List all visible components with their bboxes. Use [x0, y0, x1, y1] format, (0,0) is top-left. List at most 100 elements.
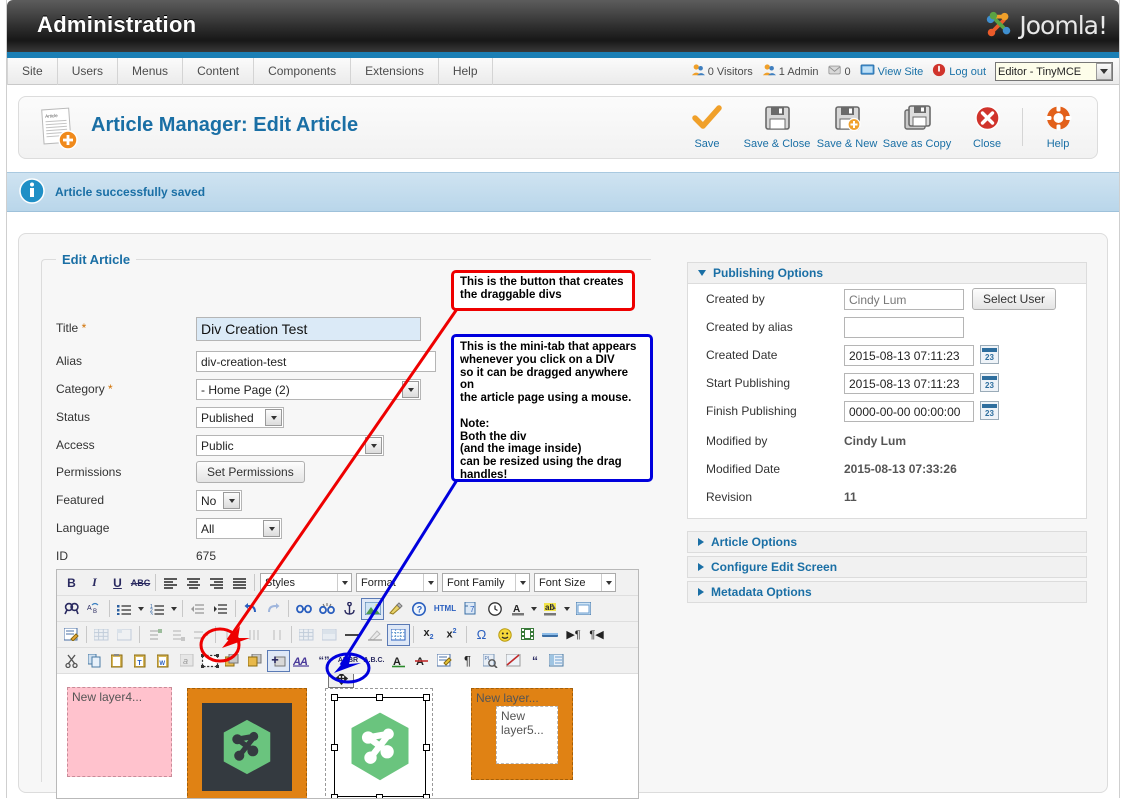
menu-item-components[interactable]: Components [254, 58, 351, 85]
font-family-select[interactable]: Font Family [442, 573, 530, 592]
resize-handle-ne[interactable] [423, 694, 430, 701]
calendar-icon[interactable]: 23 [980, 345, 999, 364]
editor-select[interactable] [995, 62, 1113, 81]
calendar-icon[interactable]: 23 [980, 401, 999, 420]
attributes-icon[interactable] [433, 650, 456, 672]
toggle-guides-icon[interactable] [387, 624, 410, 646]
undo-icon[interactable] [239, 598, 262, 620]
created-by-alias-input[interactable] [844, 317, 964, 338]
access-select[interactable]: Public [196, 435, 384, 456]
layer-forward-icon[interactable] [221, 650, 244, 672]
layer-orange-nested[interactable]: New layer... New layer5... [471, 688, 573, 780]
styleprops-icon[interactable]: AA [290, 650, 313, 672]
del-icon[interactable]: A [410, 650, 433, 672]
nonbreaking-icon[interactable] [502, 650, 525, 672]
help-icon[interactable]: ? [407, 598, 430, 620]
media-icon[interactable] [516, 624, 539, 646]
category-select[interactable]: - Home Page (2) [196, 379, 421, 400]
blockquote-icon[interactable]: “ [525, 650, 545, 672]
bullet-list-dropdown-icon[interactable] [136, 598, 146, 620]
rtl-icon[interactable]: ¶◀ [585, 624, 608, 646]
copy-icon[interactable] [83, 650, 106, 672]
selected-image-box[interactable] [334, 697, 426, 797]
outdent-icon[interactable] [186, 598, 209, 620]
calendar-icon[interactable]: 23 [980, 373, 999, 392]
created-by-input[interactable] [844, 289, 964, 310]
font-size-select[interactable]: Font Size [534, 573, 616, 592]
save-new-button[interactable]: Save & New [812, 99, 882, 156]
template-icon[interactable] [545, 650, 568, 672]
anchor-a-icon[interactable]: a [175, 650, 198, 672]
cell-props-icon[interactable] [113, 624, 136, 646]
menu-item-site[interactable]: Site [7, 58, 58, 85]
paragraph-icon[interactable]: ¶ [456, 650, 479, 672]
fullscreen-icon[interactable] [572, 598, 595, 620]
status-select[interactable]: Published [196, 407, 284, 428]
ltr-icon[interactable]: ▶¶ [562, 624, 585, 646]
close-button[interactable]: Close [952, 99, 1022, 156]
col-before-icon[interactable] [219, 624, 242, 646]
background-color-icon[interactable]: ab [539, 598, 562, 620]
abbreviation-icon[interactable]: ABBR [335, 650, 361, 672]
spellcheck-icon[interactable]: AB [83, 598, 106, 620]
delete-col-icon[interactable] [265, 624, 288, 646]
resize-handle-n[interactable] [376, 694, 383, 701]
anchor-icon[interactable] [338, 598, 361, 620]
panel-configure-edit-screen[interactable]: Configure Edit Screen [687, 556, 1087, 578]
align-justify-icon[interactable] [228, 572, 251, 594]
underline-icon[interactable]: U [106, 572, 129, 594]
link-icon[interactable] [292, 598, 315, 620]
acronym-icon[interactable]: A.B.C. [361, 650, 387, 672]
format-select[interactable]: Format [356, 573, 438, 592]
search-replace-icon[interactable] [60, 598, 83, 620]
align-right-icon[interactable] [205, 572, 228, 594]
created-date-input[interactable] [844, 345, 974, 366]
paste-text-icon[interactable]: T [129, 650, 152, 672]
text-color-icon[interactable]: A [506, 598, 529, 620]
editor-canvas[interactable]: New layer4... [57, 674, 638, 798]
strikethrough-icon[interactable]: ABC [129, 572, 152, 594]
help-button[interactable]: Help [1023, 99, 1093, 156]
alias-input[interactable] [196, 351, 436, 372]
select-user-button[interactable]: Select User [972, 288, 1056, 310]
numbered-list-dropdown-icon[interactable] [169, 598, 179, 620]
delete-row-icon[interactable] [189, 624, 212, 646]
subscript-icon[interactable]: x2 [417, 624, 440, 646]
page-break-icon[interactable]: 7 [460, 598, 483, 620]
layer-pink[interactable]: New layer4... [67, 687, 172, 777]
logout-link[interactable]: Log out [932, 63, 986, 80]
save-button[interactable]: Save [672, 99, 742, 156]
publishing-options-header[interactable]: Publishing Options [687, 262, 1087, 284]
insert-div-icon[interactable] [198, 650, 221, 672]
editor-select-wrapper[interactable] [995, 62, 1113, 81]
panel-metadata-options[interactable]: Metadata Options [687, 581, 1087, 603]
save-copy-button[interactable]: Save as Copy [882, 99, 952, 156]
text-color-dropdown-icon[interactable] [529, 598, 539, 620]
citation-icon[interactable]: “” [313, 650, 335, 672]
start-publishing-input[interactable] [844, 373, 974, 394]
resize-handle-e[interactable] [423, 744, 430, 751]
unlink-icon[interactable] [315, 598, 338, 620]
layer-nested-inner[interactable]: New layer5... [496, 706, 558, 764]
styles-select[interactable]: Styles [260, 573, 352, 592]
menu-item-help[interactable]: Help [439, 58, 493, 85]
resize-handle-nw[interactable] [331, 694, 338, 701]
menu-item-users[interactable]: Users [58, 58, 118, 85]
resize-handle-s[interactable] [376, 794, 383, 798]
row-before-icon[interactable] [143, 624, 166, 646]
save-close-button[interactable]: Save & Close [742, 99, 812, 156]
superscript-icon[interactable]: x2 [440, 624, 463, 646]
messages-status[interactable]: 0 [828, 64, 851, 79]
remove-format-icon[interactable] [364, 624, 387, 646]
cleanup-icon[interactable] [384, 598, 407, 620]
numbered-list-icon[interactable]: 123 [146, 598, 169, 620]
align-center-icon[interactable] [182, 572, 205, 594]
insert-hr-icon[interactable] [539, 624, 562, 646]
resize-handle-se[interactable] [423, 794, 430, 798]
background-color-dropdown-icon[interactable] [562, 598, 572, 620]
preview-icon[interactable]: PL [479, 650, 502, 672]
italic-icon[interactable]: I [83, 572, 106, 594]
layer-backward-icon[interactable] [244, 650, 267, 672]
html-icon[interactable]: HTML [430, 598, 460, 620]
special-char-icon[interactable]: Ω [470, 624, 493, 646]
